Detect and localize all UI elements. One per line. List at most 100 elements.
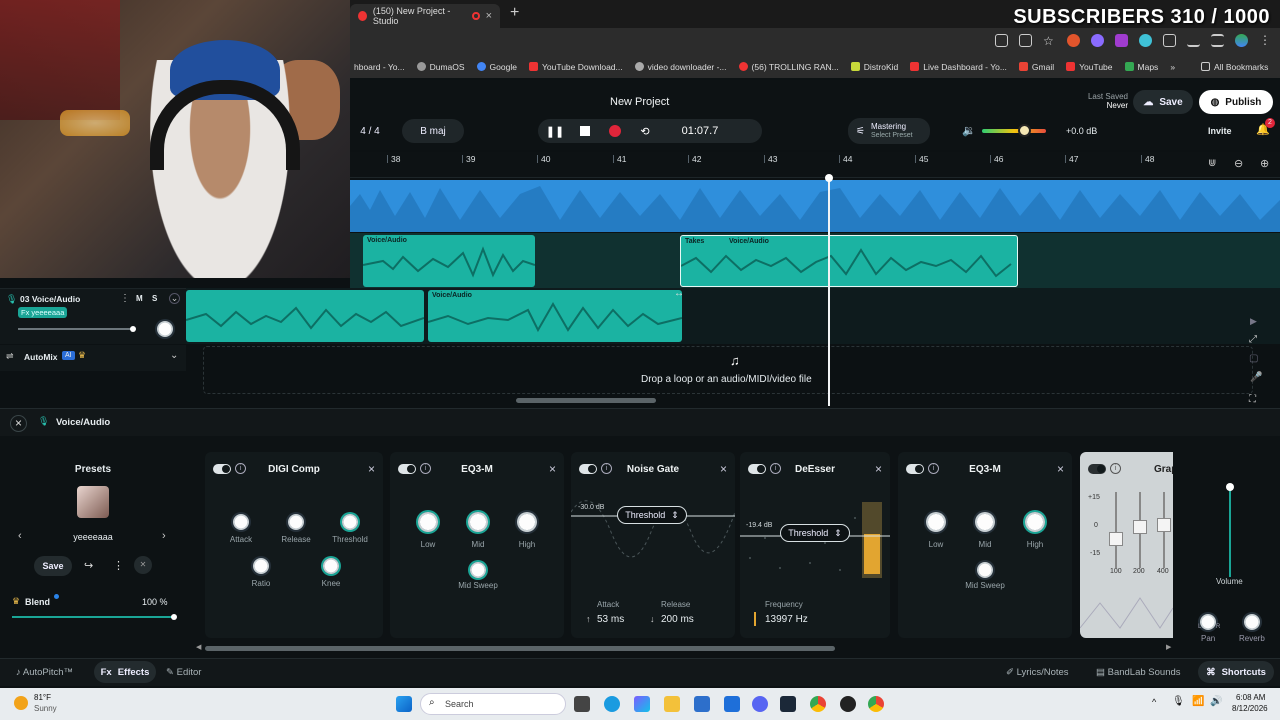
takes-clip[interactable]: Takes Voice/Audio — [680, 235, 1018, 287]
bookmark-video-downloader[interactable]: video downloader -... — [634, 62, 727, 72]
low-knob[interactable] — [926, 512, 946, 532]
track-lane-1[interactable] — [350, 180, 1280, 232]
ratio-knob[interactable] — [253, 558, 269, 574]
track-lane-3[interactable]: Voice/Audio ↔ — [186, 288, 1280, 344]
mastering-selector[interactable]: ⚟ Mastering Select Preset — [848, 118, 930, 144]
fx-noise-gate[interactable]: i Noise Gate × -30.0 dB Threshold ⇕ Attac… — [571, 452, 735, 638]
bookmark-youtube-download[interactable]: YouTube Download... — [528, 62, 623, 72]
master-volume-slider[interactable] — [982, 124, 1046, 137]
zoom-out-icon[interactable]: ⊖ — [1234, 157, 1243, 170]
preset-save-button[interactable]: Save — [34, 556, 72, 576]
remove-effect-icon[interactable]: × — [720, 462, 727, 476]
drop-zone[interactable]: ♫ Drop a loop or an audio/MIDI/video fil… — [203, 346, 1253, 394]
taskbar-search[interactable]: ⌕ Search — [420, 693, 566, 715]
blend-slider[interactable] — [12, 614, 177, 620]
mute-button[interactable]: M — [136, 294, 143, 303]
fx-eq3-m[interactable]: i EQ3-M × Low Mid High Mid Sweep — [390, 452, 564, 638]
preset-prev-icon[interactable]: ‹ — [18, 530, 22, 542]
extension-pen-icon[interactable] — [1139, 34, 1152, 47]
chrome-icon[interactable] — [810, 696, 826, 712]
star-icon[interactable]: ☆ — [1043, 34, 1056, 48]
bandlab-sounds-button[interactable]: ▤ BandLab Sounds — [1096, 667, 1181, 678]
solo-button[interactable]: S — [152, 294, 157, 303]
effect-toggle[interactable] — [1088, 464, 1106, 474]
blend-slider-thumb[interactable] — [171, 614, 177, 620]
windows-start-icon[interactable] — [396, 696, 412, 712]
track-pan-knob[interactable] — [157, 321, 173, 337]
snap-icon[interactable]: ⋓ — [1208, 158, 1216, 169]
more-icon[interactable]: ⋮ — [120, 293, 130, 304]
pan-knob[interactable] — [1200, 614, 1216, 630]
volume-fader[interactable] — [1226, 483, 1234, 577]
attack-knob[interactable] — [233, 514, 249, 530]
mid-knob[interactable] — [975, 512, 995, 532]
extension-blue-icon[interactable] — [1091, 34, 1104, 47]
more-options-icon[interactable]: ⋮ — [113, 559, 124, 572]
track-header[interactable]: 🎙 03 Voice/Audio ⋮ M S ⌄ Fx yeeeeaaa — [0, 288, 186, 344]
automix-row[interactable]: ⇌ AutoMix AI ♛ ⌄ — [0, 345, 186, 371]
audio-clip[interactable]: Voice/Audio — [363, 235, 535, 287]
reading-mode-icon[interactable] — [995, 34, 1008, 47]
invite-button[interactable]: Invite — [1208, 126, 1232, 136]
explorer-icon[interactable] — [694, 696, 710, 712]
publish-button[interactable]: ◍ Publish — [1199, 90, 1273, 114]
weather-temp[interactable]: 81°F — [34, 693, 51, 702]
shortcuts-button[interactable]: ⌘ Shortcuts — [1198, 661, 1274, 683]
bookmark-trolling[interactable]: (56) TROLLING RAN... — [738, 62, 839, 72]
eq-band-slider[interactable] — [1109, 492, 1123, 568]
fx-scroll-left-icon[interactable]: ◀ — [196, 643, 201, 651]
share-icon[interactable]: ↪ — [84, 559, 93, 572]
fx-eq3-m-2[interactable]: i EQ3-M × Low Mid High Mid Sweep — [898, 452, 1072, 638]
deesser-threshold-button[interactable]: Threshold ⇕ — [780, 524, 850, 542]
expand-icon[interactable]: ⛶ — [1249, 394, 1256, 405]
eq-band-slider[interactable] — [1157, 492, 1171, 568]
master-volume-thumb[interactable] — [1018, 124, 1031, 137]
volume-fader-thumb[interactable] — [1226, 483, 1234, 491]
list-icon[interactable] — [1211, 34, 1224, 47]
edge-icon[interactable] — [604, 696, 620, 712]
lyrics-button[interactable]: ✐ Lyrics/Notes — [1006, 667, 1069, 678]
time-signature[interactable]: 4 / 4 — [350, 119, 390, 143]
close-tab-icon[interactable]: × — [486, 10, 492, 22]
track-volume-slider[interactable] — [18, 326, 136, 332]
profile-avatar[interactable] — [1235, 34, 1248, 47]
preset-thumbnail[interactable] — [77, 486, 109, 518]
record-button[interactable] — [600, 119, 630, 143]
bookmark-gmail[interactable]: Gmail — [1018, 62, 1054, 72]
new-tab-button[interactable]: + — [510, 4, 519, 22]
fx-scroll-right-icon[interactable]: ▶ — [1166, 643, 1171, 651]
release-knob[interactable] — [288, 514, 304, 530]
remove-effect-icon[interactable]: × — [368, 462, 375, 476]
bookmark-google[interactable]: Google — [476, 62, 517, 72]
bypass-icon[interactable]: ✕ — [134, 556, 152, 574]
browser-tab[interactable]: (150) New Project - Studio × — [350, 4, 500, 28]
fx-digi-comp[interactable]: i DIGI Comp × Attack Release Threshold R… — [205, 452, 383, 638]
timeline-ruler[interactable]: 38 39 40 41 42 43 44 45 46 47 48 ⋓ ⊖ ⊕ — [350, 152, 1280, 178]
bookmark-maps[interactable]: Maps — [1124, 62, 1158, 72]
extension-fire-icon[interactable] — [1067, 34, 1080, 47]
mic-side-icon[interactable]: 🎤 — [1250, 372, 1262, 383]
speaker-icon[interactable]: 🔉 — [962, 124, 976, 137]
copilot-icon[interactable] — [634, 696, 650, 712]
resize-handle-icon[interactable]: ↔ — [674, 288, 684, 299]
tab-editor[interactable]: ✎ Editor — [166, 667, 201, 678]
bookmark-dumaos[interactable]: DumaOS — [416, 62, 465, 72]
tab-effects[interactable]: Fx Effects — [94, 661, 156, 683]
bookmarks-overflow-icon[interactable]: » — [1170, 62, 1175, 72]
fx-scrollbar[interactable] — [205, 646, 835, 651]
fx-deesser[interactable]: i DeEsser × -19.4 dB Threshold ⇕ Frequenc… — [740, 452, 890, 638]
cast-icon[interactable] — [1019, 34, 1032, 47]
track-fx-badge[interactable]: Fx yeeeeaaa — [18, 307, 68, 318]
project-title[interactable]: New Project — [610, 96, 669, 108]
volume-tray-icon[interactable]: 🔊 — [1210, 696, 1222, 707]
track-lane-2[interactable]: Voice/Audio Takes Voice/Audio — [350, 233, 1280, 288]
low-knob[interactable] — [418, 512, 438, 532]
app-icon[interactable] — [840, 696, 856, 712]
extension-puzzle-icon[interactable] — [1163, 34, 1176, 47]
audio-clip[interactable] — [186, 290, 424, 342]
mid-knob[interactable] — [468, 512, 488, 532]
all-bookmarks[interactable]: All Bookmarks — [1201, 62, 1268, 72]
mid-sweep-knob[interactable] — [977, 562, 993, 578]
mid-sweep-knob[interactable] — [470, 562, 486, 578]
task-view-icon[interactable] — [574, 696, 590, 712]
